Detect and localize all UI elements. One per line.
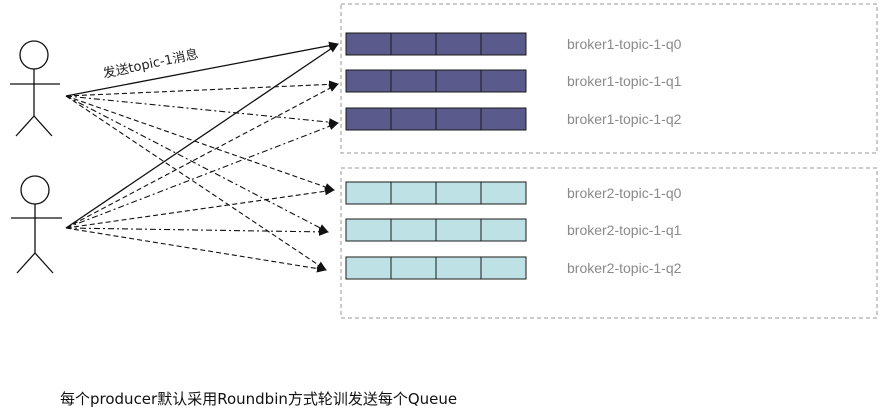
queues-layer: broker1-topic-1-q0 broker1-topic-1-q1 brok… bbox=[345, 32, 682, 280]
dashed-arrow bbox=[65, 80, 339, 97]
send-topic-label: 发送topic-1消息 bbox=[102, 46, 200, 82]
queue-cell bbox=[345, 69, 392, 93]
queue-cell bbox=[480, 181, 527, 205]
queue-1-1: broker1-topic-1-q1 bbox=[345, 69, 682, 93]
dashed-arrow bbox=[65, 227, 327, 273]
diagram-canvas: 发送topic-1消息 broker1-topic-1-q0broker1-to… bbox=[10, 3, 878, 319]
queue-cell bbox=[390, 69, 437, 93]
queue-cell bbox=[345, 256, 392, 280]
dashed-arrow bbox=[65, 95, 329, 233]
queue-cell bbox=[390, 218, 437, 242]
queue-cell bbox=[345, 32, 392, 56]
producer-2-icon bbox=[11, 175, 62, 274]
queue-2-2: broker2-topic-1-q2 bbox=[345, 256, 682, 280]
queue-cell bbox=[345, 107, 392, 131]
dashed-arrow bbox=[65, 83, 339, 229]
queue-cell bbox=[435, 32, 482, 56]
queue-cell bbox=[480, 69, 527, 93]
dashed-arrow bbox=[65, 122, 339, 229]
queue-label: broker1-topic-1-q0 bbox=[567, 36, 682, 52]
queue-1-2: broker1-topic-1-q2 bbox=[345, 107, 682, 131]
queue-cell bbox=[390, 107, 437, 131]
queue-2-1: broker2-topic-1-q1 bbox=[345, 218, 682, 242]
queue-cell bbox=[390, 32, 437, 56]
queue-cell bbox=[390, 256, 437, 280]
queue-cell bbox=[390, 181, 437, 205]
dashed-arrow bbox=[65, 95, 339, 127]
queue-cell bbox=[435, 218, 482, 242]
dashed-arrow bbox=[65, 95, 327, 271]
queue-1-0: broker1-topic-1-q0 bbox=[345, 32, 682, 56]
queue-cell bbox=[480, 256, 527, 280]
queue-cell bbox=[480, 218, 527, 242]
dashed-arrow bbox=[65, 187, 335, 229]
queue-label: broker2-topic-1-q1 bbox=[567, 222, 682, 238]
dashed-arrow bbox=[65, 227, 329, 236]
queue-2-0: broker2-topic-1-q0 bbox=[345, 181, 682, 205]
queue-cell bbox=[435, 181, 482, 205]
queue-label: broker1-topic-1-q1 bbox=[567, 73, 682, 89]
queue-label: broker2-topic-1-q2 bbox=[567, 260, 682, 276]
caption-text: 每个producer默认采用Roundbin方式轮训发送每个Queue bbox=[60, 390, 458, 408]
queue-cell bbox=[480, 32, 527, 56]
queue-cell bbox=[435, 69, 482, 93]
queue-label: broker2-topic-1-q0 bbox=[567, 185, 682, 201]
queue-cell bbox=[345, 181, 392, 205]
producer-1-icon bbox=[10, 40, 60, 137]
queue-cell bbox=[435, 256, 482, 280]
queue-cell bbox=[480, 107, 527, 131]
queue-cell bbox=[435, 107, 482, 131]
queue-cell bbox=[345, 218, 392, 242]
queue-label: broker1-topic-1-q2 bbox=[567, 111, 682, 127]
